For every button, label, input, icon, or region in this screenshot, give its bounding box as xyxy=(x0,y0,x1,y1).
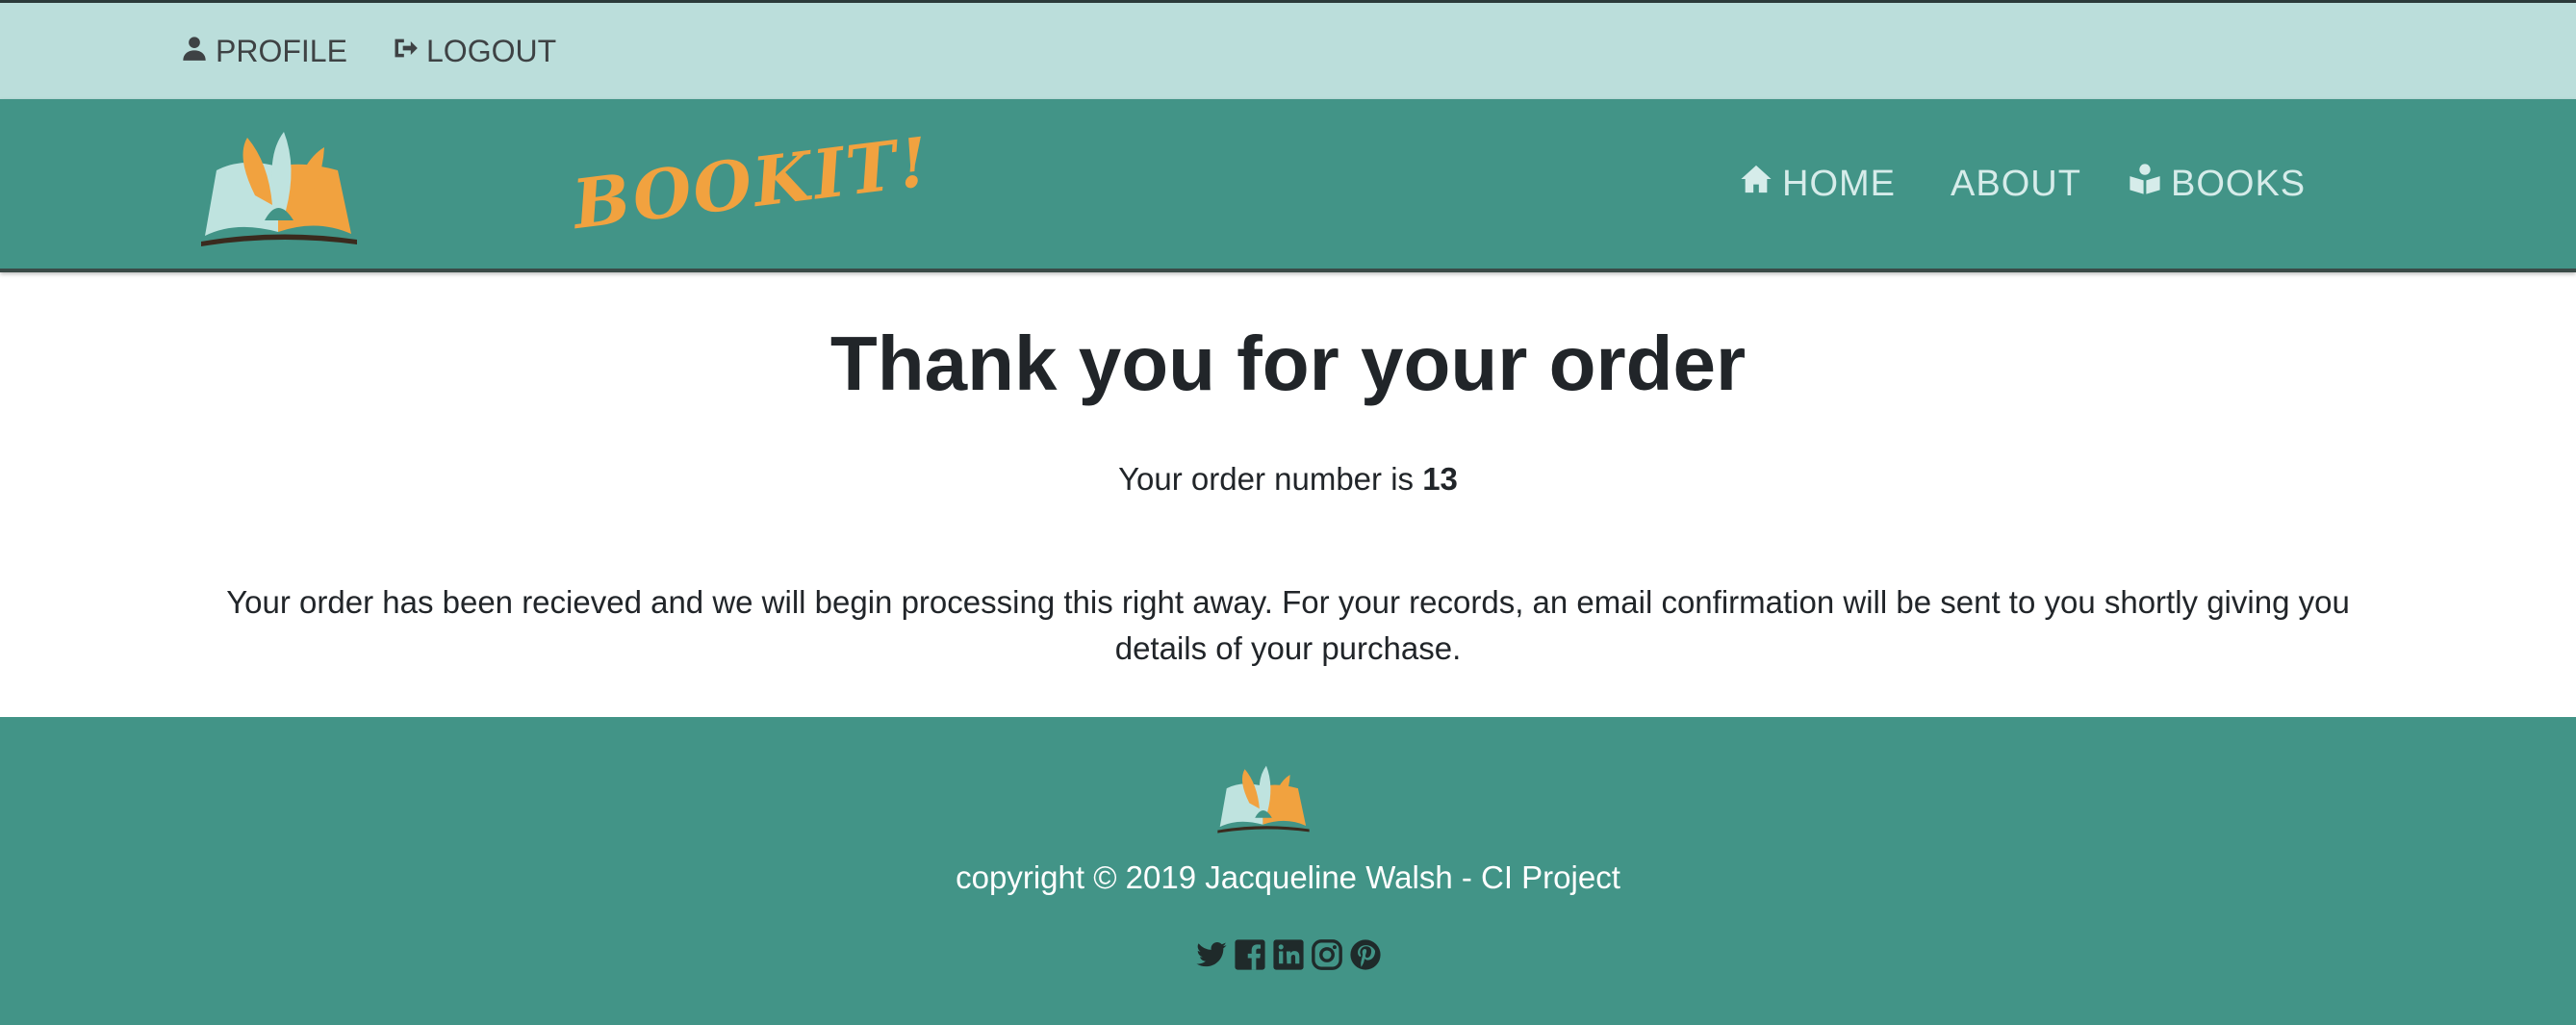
nav-about-label: ABOUT xyxy=(1951,163,2081,204)
brand-link[interactable]: BOOKIT! xyxy=(197,121,934,249)
linkedin-icon[interactable] xyxy=(1272,938,1305,971)
social-links xyxy=(0,938,2576,971)
bookit-logo-icon xyxy=(201,132,357,246)
pinterest-icon[interactable] xyxy=(1349,938,1382,971)
top-bar: PROFILE LOGOUT xyxy=(0,0,2576,99)
main-navbar: BOOKIT! HOME ABOUT BOOKS xyxy=(0,99,2576,272)
instagram-icon[interactable] xyxy=(1311,938,1343,971)
order-number-line: Your order number is 13 xyxy=(0,461,2576,498)
logout-label: LOGOUT xyxy=(426,33,557,68)
order-confirmation: Thank you for your order Your order numb… xyxy=(0,276,2576,717)
footer-logo-icon xyxy=(1217,765,1310,833)
copyright-text: copyright © 2019 Jacqueline Walsh - CI P… xyxy=(956,859,1620,895)
twitter-icon[interactable] xyxy=(1195,938,1228,971)
nav-home[interactable]: HOME xyxy=(1740,99,1896,269)
profile-label: PROFILE xyxy=(216,33,347,68)
profile-link[interactable]: PROFILE xyxy=(181,3,347,99)
brand-name: BOOKIT! xyxy=(568,121,935,244)
page-title: Thank you for your order xyxy=(829,320,1747,406)
order-number: 13 xyxy=(1422,461,1458,497)
sign-out-icon xyxy=(392,34,419,69)
nav-books-label: BOOKS xyxy=(2171,163,2307,204)
nav-about[interactable]: ABOUT xyxy=(1951,99,2081,269)
nav-books[interactable]: BOOKS xyxy=(2129,99,2306,269)
user-icon xyxy=(181,34,208,69)
book-reader-icon xyxy=(2129,163,2161,205)
facebook-icon[interactable] xyxy=(1234,938,1266,971)
order-number-prefix: Your order number is xyxy=(1118,461,1423,497)
nav-home-label: HOME xyxy=(1782,163,1896,204)
logout-link[interactable]: LOGOUT xyxy=(392,3,556,99)
home-icon xyxy=(1740,163,1773,205)
footer: copyright © 2019 Jacqueline Walsh - CI P… xyxy=(0,717,2576,1025)
confirmation-message: Your order has been recieved and we will… xyxy=(226,584,2350,666)
